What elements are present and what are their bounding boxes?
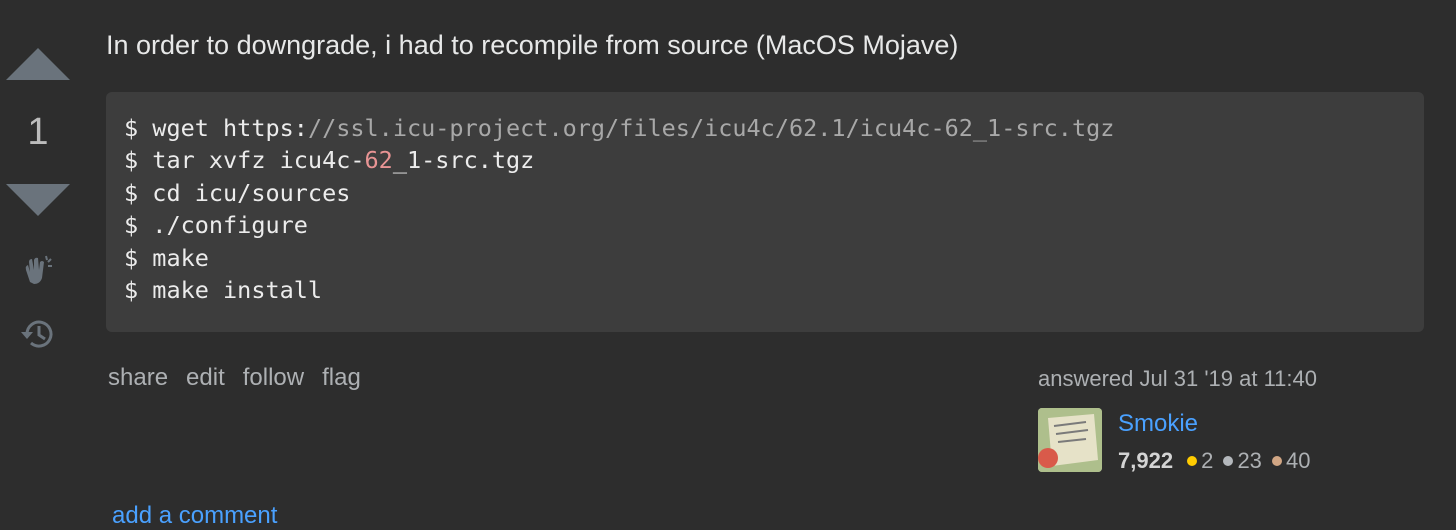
post-body-text: In order to downgrade, i had to recompil…: [106, 30, 959, 60]
bronze-badge-count: 40: [1286, 448, 1311, 473]
code-block: $ wget https://ssl.icu-project.org/files…: [106, 92, 1424, 332]
code-line-4: $ ./configure: [124, 211, 308, 240]
add-comment-link[interactable]: add a comment: [112, 502, 277, 530]
flag-link[interactable]: flag: [322, 364, 361, 391]
answered-timestamp: answered Jul 31 '19 at 11:40: [1038, 366, 1317, 391]
code-line-1: $ wget https://ssl.icu-project.org/files…: [124, 112, 1406, 144]
post-menu: share edit follow flag: [108, 364, 379, 392]
gold-badge-icon: [1187, 456, 1198, 466]
upvote-arrow-icon[interactable]: [6, 44, 70, 80]
reputation-score: 7,922: [1118, 448, 1174, 473]
code-line-6: $ make install: [124, 275, 323, 304]
code-line-5: $ make: [124, 243, 209, 272]
clap-icon[interactable]: [20, 252, 56, 288]
user-stats: 7,922 2 23 40: [1118, 448, 1311, 474]
code-line-2-number: 62: [364, 146, 393, 175]
avatar[interactable]: [1038, 408, 1102, 472]
history-icon[interactable]: [20, 316, 56, 352]
user-info-card: answered Jul 31 '19 at 11:40 Smokie 7,92…: [1038, 366, 1358, 473]
code-line-2: $ tar xvfz icu4c-62_1-src.tgz: [124, 144, 1406, 176]
downvote-arrow-icon[interactable]: [6, 184, 70, 220]
silver-badge-icon: [1223, 456, 1234, 466]
code-line-1-prefix: $ wget https:: [124, 114, 308, 142]
code-line-2-suffix: _1-src.tgz: [392, 146, 535, 175]
code-line-2-prefix: $ tar xvfz icu4c-: [124, 146, 365, 175]
user-name-link[interactable]: Smokie: [1118, 410, 1198, 438]
share-link[interactable]: share: [108, 364, 168, 391]
avatar-image-icon: [1038, 408, 1102, 472]
code-line-1-url: //ssl.icu-project.org/files/icu4c/62.1/i…: [307, 114, 1115, 142]
bronze-badge-icon: [1272, 456, 1283, 466]
vote-count: 1: [27, 111, 49, 153]
follow-link[interactable]: follow: [243, 364, 304, 391]
silver-badge-count: 23: [1237, 448, 1262, 473]
code-line-3: $ cd icu/sources: [124, 178, 351, 207]
edit-link[interactable]: edit: [186, 364, 225, 391]
gold-badge-count: 2: [1201, 448, 1214, 473]
